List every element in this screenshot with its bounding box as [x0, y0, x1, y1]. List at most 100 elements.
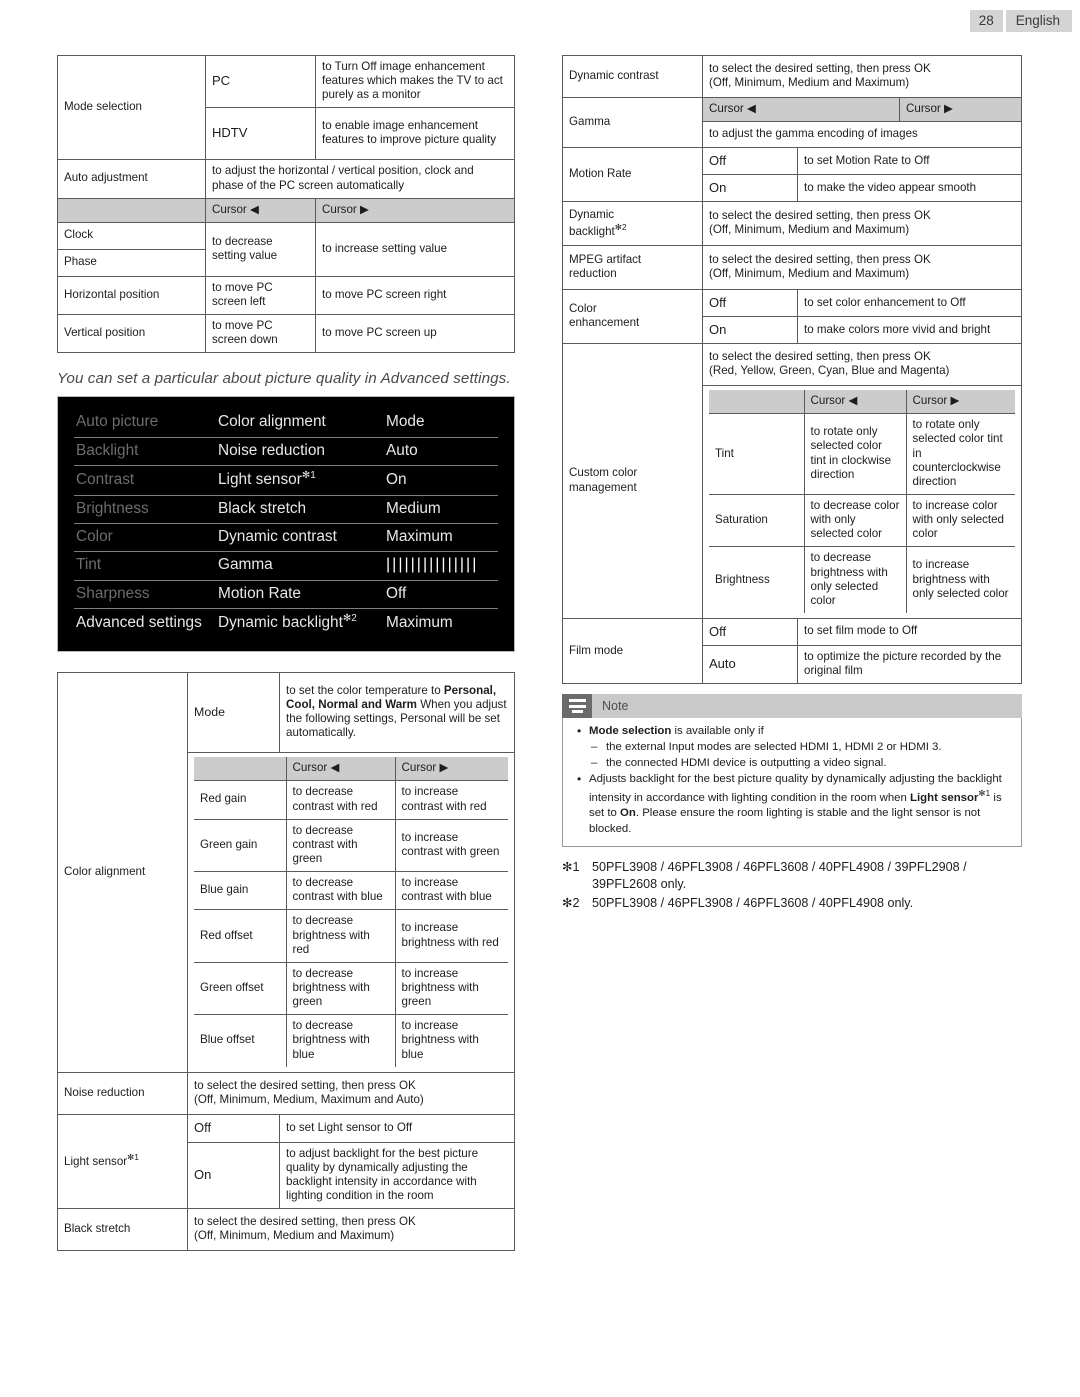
osd-item-brightness[interactable]: Brightness — [74, 495, 214, 524]
osd-item-dynamic-backlight-label: Dynamic backlight — [218, 613, 343, 631]
red-gain-label: Red gain — [194, 780, 287, 820]
mode-label: Mode — [187, 672, 280, 754]
osd-value-gamma-slider[interactable]: ||||||||||||||| — [382, 551, 498, 581]
table-row: Cursor ◀ Cursor ▶ — [194, 757, 508, 782]
cursor-left-header: Cursor ◀ — [205, 197, 316, 223]
osd-item-color-alignment[interactable]: Color alignment — [214, 409, 382, 438]
advanced-settings-caption: You can set a particular about picture q… — [57, 370, 511, 388]
osd-item-noise-reduction[interactable]: Noise reduction — [214, 437, 382, 467]
dynamic-backlight-desc-line2: (Off, Minimum, Medium and Maximum) — [709, 223, 910, 237]
green-gain-label: Green gain — [194, 818, 287, 873]
red-offset-label: Red offset — [194, 909, 287, 963]
film-mode-off-label: Off — [702, 617, 798, 646]
osd-row[interactable]: Advanced settings Dynamic backlight✻2 Ma… — [74, 608, 498, 637]
color-alignment-group-label: Color alignment — [57, 672, 188, 1073]
picture-advanced-table: Dynamic contrast to select the desired s… — [562, 55, 1022, 685]
gain-cursor-right-header: Cursor ▶ — [394, 757, 508, 782]
light-sensor-label-text: Light sensor — [64, 1155, 128, 1169]
osd-row[interactable]: Tint Gamma ||||||||||||||| — [74, 551, 498, 581]
osd-item-light-sensor[interactable]: Light sensor✻1 — [214, 465, 382, 496]
osd-item-contrast[interactable]: Contrast — [74, 465, 214, 496]
motion-rate-off-desc: to set Motion Rate to Off — [797, 147, 1022, 176]
osd-item-advanced-settings[interactable]: Advanced settings — [74, 608, 214, 637]
table-row: Motion Rate Off to set Motion Rate to Of… — [562, 147, 1022, 203]
gamma-label: Gamma — [562, 96, 703, 149]
table-row: Blue offset to decrease brightness with … — [194, 1014, 508, 1067]
osd-row[interactable]: Color Dynamic contrast Maximum — [74, 523, 498, 553]
black-stretch-desc: to select the desired setting, then pres… — [187, 1208, 515, 1252]
manual-page: 28 English Mode selection PC to Turn Off… — [0, 0, 1080, 1397]
table-row: Tint to rotate only selected color tint … — [709, 413, 1015, 495]
red-gain-decrease: to decrease contrast with red — [285, 780, 396, 820]
noise-reduction-desc: to select the desired setting, then pres… — [187, 1071, 515, 1115]
custom-cursor-left-header: Cursor ◀ — [803, 390, 907, 415]
light-sensor-on-label: On — [187, 1141, 280, 1210]
dynamic-backlight-label-line1: Dynamic — [569, 207, 615, 221]
osd-row[interactable]: Brightness Black stretch Medium — [74, 495, 498, 524]
mode-pc-desc: to Turn Off image enhancement features w… — [315, 54, 515, 109]
note-backlight-p3: . Please ensure the room lighting is sta… — [589, 807, 981, 835]
table-row: MPEG artifact reduction to select the de… — [562, 245, 1022, 291]
brightness-label: Brightness — [709, 546, 805, 613]
osd-item-sharpness[interactable]: Sharpness — [74, 580, 214, 609]
tint-decrease: to rotate only selected color tint in cl… — [803, 413, 907, 495]
table-row: Green offset to decrease brightness with… — [194, 961, 508, 1016]
dynamic-contrast-desc-line2: (Off, Minimum, Medium and Maximum) — [709, 76, 910, 89]
footnote-2-text: 50PFL3908 / 46PFL3908 / 46PFL3608 / 40PF… — [592, 895, 914, 910]
table-row: Gamma Cursor ◀ Cursor ▶ — [562, 96, 1022, 149]
mode-hdtv-label: HDTV — [205, 107, 316, 161]
note-on-bold: On — [620, 807, 636, 820]
footnote-marker-1: ✻1 — [978, 787, 991, 798]
footnote-1: ✻1 50PFL3908 / 46PFL3908 / 46PFL3608 / 4… — [562, 859, 1022, 892]
osd-row[interactable]: Contrast Light sensor✻1 On — [74, 465, 498, 496]
table-row: Vertical position to move PC screen down… — [57, 314, 515, 354]
osd-value-mode[interactable]: Mode — [382, 409, 498, 438]
tint-label: Tint — [709, 413, 805, 495]
light-sensor-on-desc: to adjust backlight for the best picture… — [279, 1141, 515, 1210]
osd-item-backlight[interactable]: Backlight — [74, 437, 214, 467]
table-row: Color enhancement Off to set color enhan… — [562, 289, 1022, 345]
osd-item-tint[interactable]: Tint — [74, 551, 214, 581]
osd-value-off[interactable]: Off — [382, 580, 498, 609]
mode-hdtv-desc: to enable image enhancement features to … — [315, 107, 515, 161]
osd-item-color[interactable]: Color — [74, 523, 214, 553]
mpeg-artifact-desc-line2: (Off, Minimum, Medium and Maximum) — [709, 267, 910, 281]
blue-gain-label: Blue gain — [194, 871, 287, 911]
footnote-1-text: 50PFL3908 / 46PFL3908 / 46PFL3608 / 40PF… — [592, 860, 967, 892]
mpeg-artifact-desc: to select the desired setting, then pres… — [702, 245, 1022, 291]
table-row: Clock to decrease setting value to incre… — [57, 221, 515, 277]
dynamic-backlight-label-line2: backlight — [569, 224, 615, 238]
footnote-marker-1: ✻1 — [301, 470, 316, 482]
color-enhancement-off-desc: to set color enhancement to Off — [797, 289, 1022, 318]
osd-value-auto[interactable]: Auto — [382, 437, 498, 467]
table-row: Dynamic backlight✻2 to select the desire… — [562, 201, 1022, 247]
mode-selection-label: Mode selection — [57, 54, 206, 161]
osd-row[interactable]: Sharpness Motion Rate Off — [74, 580, 498, 609]
osd-item-dynamic-contrast[interactable]: Dynamic contrast — [214, 523, 382, 553]
osd-value-maximum[interactable]: Maximum — [382, 523, 498, 553]
osd-item-black-stretch[interactable]: Black stretch — [214, 495, 382, 524]
osd-item-light-sensor-label: Light sensor — [218, 471, 302, 489]
dynamic-backlight-desc-line1: to select the desired setting, then pres… — [709, 209, 931, 222]
table-row: Film mode Off to set film mode to Off — [562, 617, 1022, 685]
osd-value-maximum-2[interactable]: Maximum — [382, 608, 498, 637]
osd-row[interactable]: Auto picture Color alignment Mode — [74, 409, 498, 438]
osd-value-medium[interactable]: Medium — [382, 495, 498, 524]
osd-item-gamma[interactable]: Gamma — [214, 551, 382, 581]
gamma-cursor-left-header: Cursor ◀ — [702, 96, 900, 123]
note-subitem-1: the external Input modes are selected HD… — [589, 740, 1011, 756]
osd-row[interactable]: Backlight Noise reduction Auto — [74, 437, 498, 467]
vertical-position-increase: to move PC screen up — [315, 314, 515, 354]
table-row: Cursor ◀ Cursor ▶ — [57, 197, 515, 223]
osd-value-on[interactable]: On — [382, 465, 498, 496]
osd-item-auto-picture[interactable]: Auto picture — [74, 409, 214, 438]
note-light-sensor-bold: Light sensor — [910, 791, 979, 804]
osd-item-motion-rate[interactable]: Motion Rate — [214, 580, 382, 609]
clock-phase-decrease: to decrease setting value — [205, 221, 316, 277]
osd-item-dynamic-backlight[interactable]: Dynamic backlight✻2 — [214, 608, 382, 637]
custom-color-subtable-cell: Cursor ◀ Cursor ▶ Tint to rotate only se… — [702, 385, 1022, 619]
auto-adjustment-label: Auto adjustment — [57, 159, 206, 199]
light-sensor-off-label: Off — [187, 1113, 280, 1143]
color-enhancement-on-label: On — [702, 316, 798, 345]
note-list: Mode selection is available only if the … — [573, 723, 1011, 837]
